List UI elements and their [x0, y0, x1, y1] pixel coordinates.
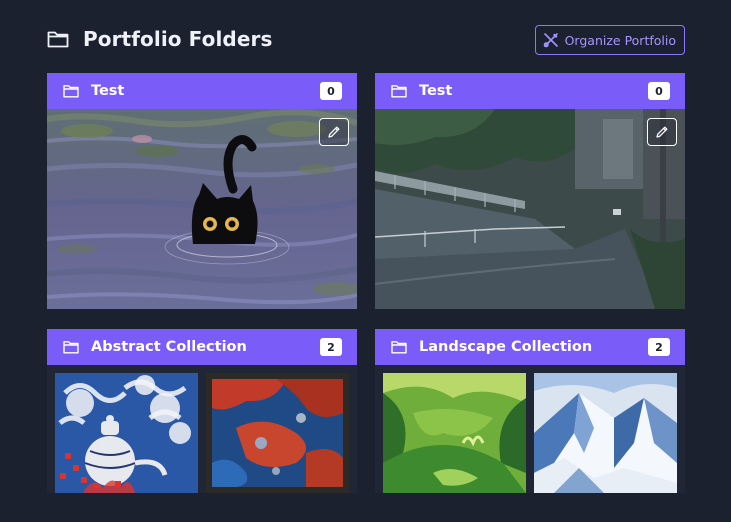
folder-card: Test 0 [47, 73, 357, 309]
snowy-mountain-painting [534, 373, 677, 493]
folder-header[interactable]: Landscape Collection 2 [375, 329, 685, 365]
folder-icon [47, 31, 69, 48]
organize-portfolio-button[interactable]: Organize Portfolio [534, 25, 685, 55]
edit-folder-button[interactable] [647, 118, 677, 146]
teapot-painting [55, 373, 198, 493]
folder-name: Test [91, 83, 125, 99]
page-title-group: Portfolio Folders [47, 27, 272, 51]
artwork-thumbnail[interactable] [534, 373, 677, 493]
folder-cover-image[interactable] [375, 109, 685, 309]
pencil-icon [328, 126, 340, 138]
folder-name: Test [419, 83, 453, 99]
folder-thumbnails [47, 365, 357, 493]
folder-card: Abstract Collection 2 [47, 329, 357, 493]
pencil-icon [656, 126, 668, 138]
cat-in-pond-painting [47, 109, 357, 309]
page-header: Portfolio Folders Organize Portfolio [47, 24, 685, 58]
folder-icon [391, 85, 407, 98]
folder-icon [63, 341, 79, 354]
item-count-badge: 2 [648, 338, 670, 356]
artwork-thumbnail[interactable] [206, 373, 349, 493]
edit-folder-button[interactable] [319, 118, 349, 146]
folder-thumbnails [375, 365, 685, 493]
folder-card: Landscape Collection 2 [375, 329, 685, 493]
abstract-painting [206, 373, 349, 493]
green-valley-painting [383, 373, 526, 493]
folder-header[interactable]: Test 0 [47, 73, 357, 109]
folder-cover-image[interactable] [47, 109, 357, 309]
tools-icon [543, 33, 558, 48]
folder-name: Landscape Collection [419, 339, 593, 355]
organize-portfolio-label: Organize Portfolio [564, 32, 676, 48]
rainy-street-painting [375, 109, 685, 309]
folder-card: Test 0 [375, 73, 685, 309]
artwork-thumbnail[interactable] [55, 373, 198, 493]
folder-icon [63, 85, 79, 98]
folder-name: Abstract Collection [91, 339, 247, 355]
item-count-badge: 0 [320, 82, 342, 100]
page-title: Portfolio Folders [83, 27, 273, 51]
artwork-thumbnail[interactable] [383, 373, 526, 493]
folder-header[interactable]: Test 0 [375, 73, 685, 109]
item-count-badge: 0 [648, 82, 670, 100]
item-count-badge: 2 [320, 338, 342, 356]
folder-icon [391, 341, 407, 354]
folder-header[interactable]: Abstract Collection 2 [47, 329, 357, 365]
